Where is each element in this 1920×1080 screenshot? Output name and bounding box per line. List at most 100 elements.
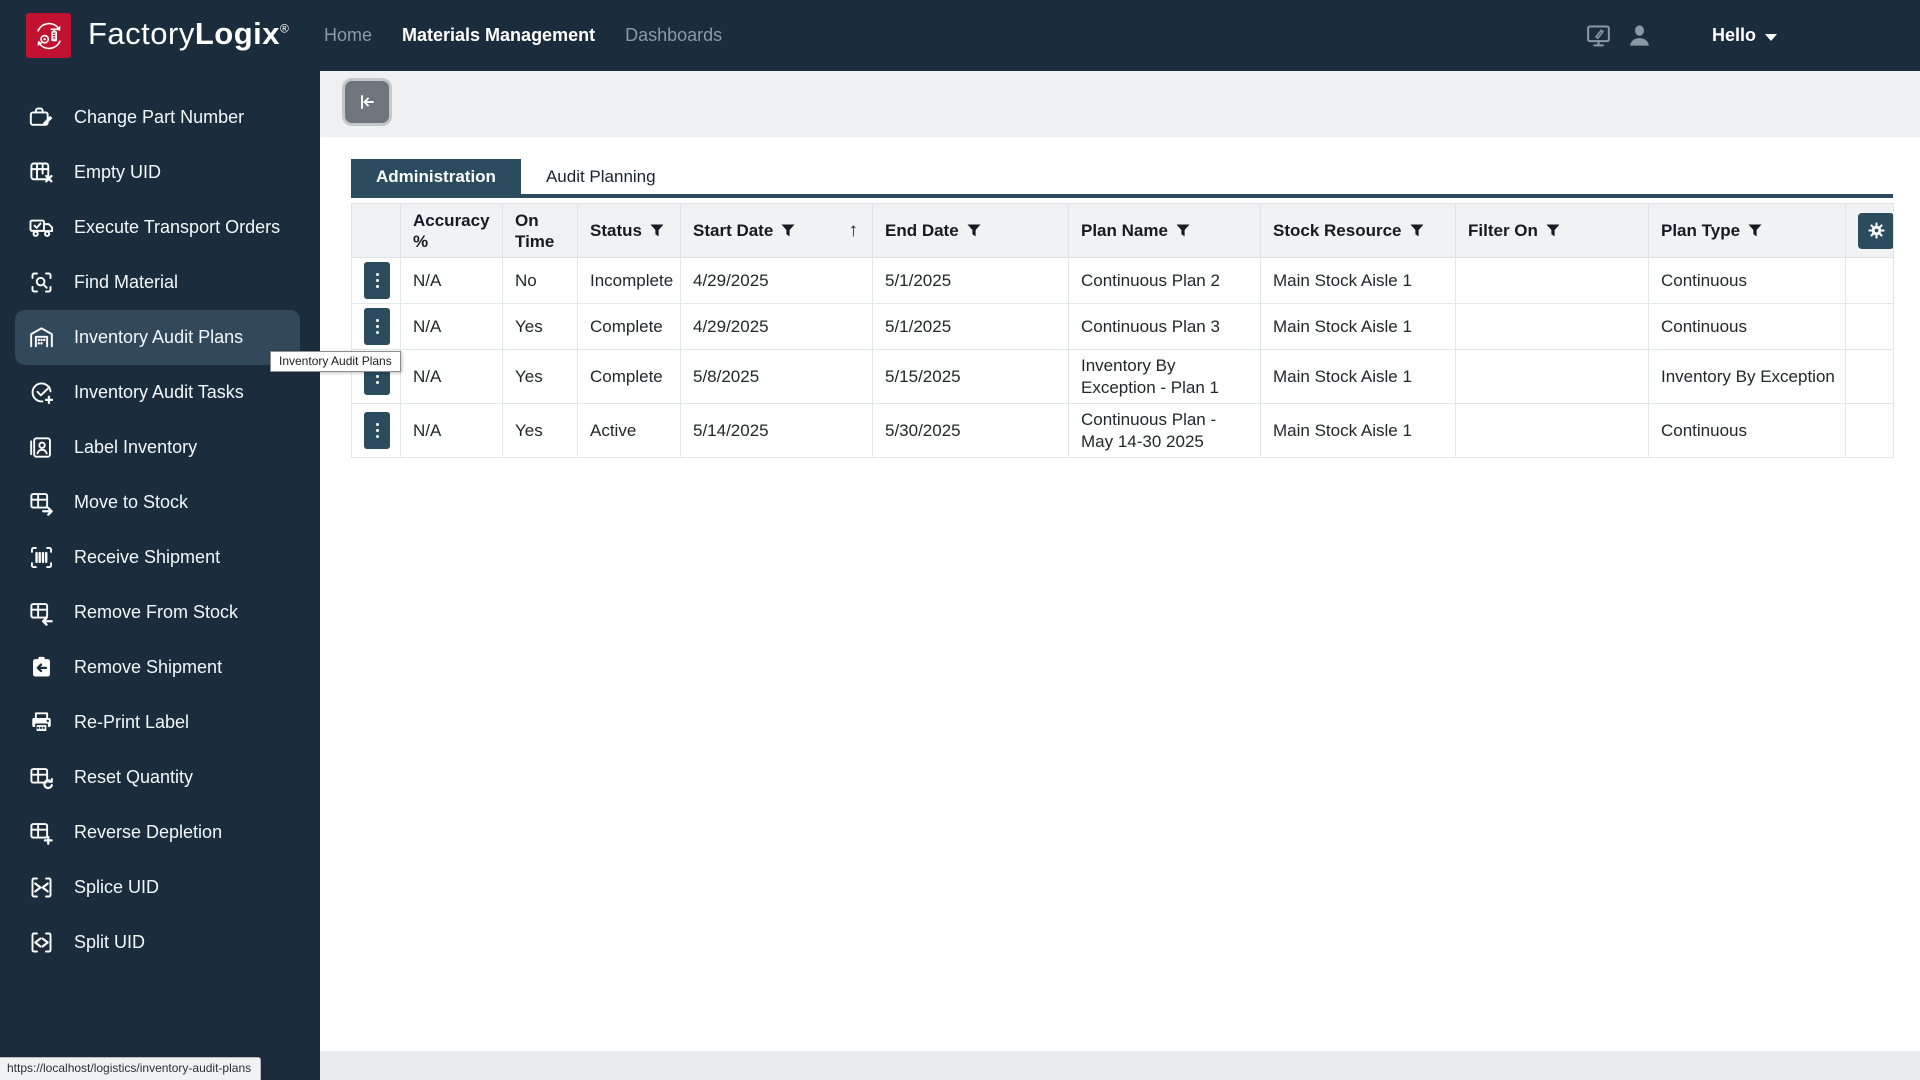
column-label: On Time [515, 210, 555, 251]
sidebar-item-find-material[interactable]: Find Material [15, 255, 300, 310]
column-label: Accuracy % [413, 210, 490, 251]
cell-stock: Main Stock Aisle 1 [1260, 257, 1456, 304]
cell-settings [1845, 257, 1894, 304]
col-header-plan_name[interactable]: Plan Name [1068, 203, 1261, 258]
table-row: N/A Yes Complete 5/8/2025 5/15/2025 Inventory… [351, 349, 1894, 404]
contact-card-icon [28, 434, 55, 461]
grid-refresh-icon [28, 764, 55, 791]
toolbar-strip [320, 71, 1920, 137]
sidebar-item-inventory-audit-plans[interactable]: Inventory Audit Plans [15, 310, 300, 365]
col-header-plan_type[interactable]: Plan Type [1648, 203, 1846, 258]
sidebar-item-split-uid[interactable]: Split UID [15, 915, 300, 970]
briefcase-pencil-icon [28, 104, 55, 131]
col-header-status[interactable]: Status [577, 203, 681, 258]
row-menu-button[interactable] [364, 412, 390, 449]
sort-ascending-icon: ↑ [848, 220, 859, 241]
sidebar-item-execute-transport-orders[interactable]: Execute Transport Orders [15, 200, 300, 255]
cell-start: 5/8/2025 [680, 349, 873, 404]
sidebar-item-label: Empty UID [74, 162, 162, 182]
sidebar-item-receive-shipment[interactable]: Receive Shipment [15, 530, 300, 585]
user-icon[interactable] [1626, 22, 1653, 49]
col-header-end[interactable]: End Date [872, 203, 1069, 258]
sidebar-item-change-part-number[interactable]: Change Part Number [15, 90, 300, 145]
cell-accuracy: N/A [400, 403, 503, 458]
arrow-to-bar-icon [361, 95, 374, 109]
sidebar-item-re-print-label[interactable]: Re-Print Label [15, 695, 300, 750]
column-label: Plan Type [1661, 221, 1741, 240]
grid-arrow-right-icon [28, 489, 55, 516]
sidebar-item-splice-uid[interactable]: Splice UID [15, 860, 300, 915]
collapse-back-button[interactable] [342, 78, 392, 126]
sidebar-item-empty-uid[interactable]: Empty UID [15, 145, 300, 200]
tab-administration[interactable]: Administration [351, 159, 521, 194]
col-header-settings[interactable] [1845, 203, 1894, 258]
cell-accuracy: N/A [400, 257, 503, 304]
brand-wordmark: FactoryLogix® [88, 16, 289, 52]
cell-stock: Main Stock Aisle 1 [1260, 349, 1456, 404]
sidebar-item-inventory-audit-tasks[interactable]: Inventory Audit Tasks [15, 365, 300, 420]
header-row: Accuracy % On Time Status Start Date ↑ End Da… [351, 203, 1894, 258]
col-header-start[interactable]: Start Date ↑ [680, 203, 873, 258]
user-menu[interactable]: Hello [1712, 0, 1778, 71]
table-row: N/A Yes Active 5/14/2025 5/30/2025 Continuous… [351, 403, 1894, 458]
tab-audit-planning[interactable]: Audit Planning [521, 159, 681, 194]
col-header-menu [351, 203, 401, 258]
filter-funnel-icon[interactable] [1740, 224, 1762, 237]
cell-filter_on [1455, 257, 1649, 304]
warehouse-icon [28, 324, 55, 351]
cell-accuracy: N/A [400, 303, 503, 350]
col-header-on_time[interactable]: On Time [502, 203, 578, 258]
sidebar-item-move-to-stock[interactable]: Move to Stock [15, 475, 300, 530]
display-edit-icon[interactable] [1585, 22, 1612, 49]
sidebar-item-label-inventory[interactable]: Label Inventory [15, 420, 300, 475]
cell-plan_type: Continuous [1648, 403, 1846, 458]
sidebar-item-remove-from-stock[interactable]: Remove From Stock [15, 585, 300, 640]
column-label: End Date [885, 221, 959, 240]
sidebar-item-reverse-depletion[interactable]: Reverse Depletion [15, 805, 300, 860]
clipboard-arrow-left-icon [28, 654, 55, 681]
sidebar-item-reset-quantity[interactable]: Reset Quantity [15, 750, 300, 805]
row-menu-button[interactable] [364, 308, 390, 345]
column-label: Plan Name [1081, 221, 1168, 240]
cell-status: Incomplete [577, 257, 681, 304]
registered-mark: ® [280, 21, 290, 36]
cell-stock: Main Stock Aisle 1 [1260, 403, 1456, 458]
col-header-stock[interactable]: Stock Resource [1260, 203, 1456, 258]
filter-funnel-icon[interactable] [773, 224, 795, 237]
sidebar-item-label: Remove Shipment [74, 657, 223, 677]
col-header-filter_on[interactable]: Filter On [1455, 203, 1649, 258]
sidebar-item-remove-shipment[interactable]: Remove Shipment [15, 640, 300, 695]
barcode-scan-icon [28, 544, 55, 571]
status-url: https://localhost/logistics/inventory-au… [7, 1061, 252, 1075]
cell-end: 5/1/2025 [872, 257, 1069, 304]
column-label: Start Date [693, 221, 774, 240]
column-label: Filter On [1468, 221, 1538, 240]
table-row: N/A No Incomplete 4/29/2025 5/1/2025 Continuo… [351, 257, 1894, 304]
column-label: Status [590, 221, 642, 240]
cell-settings [1845, 403, 1894, 458]
sidebar: Change Part Number Empty UID Execute Trans… [0, 71, 320, 1080]
cell-status: Complete [577, 303, 681, 350]
column-settings-button[interactable] [1858, 212, 1894, 249]
filter-funnel-icon[interactable] [1538, 224, 1560, 237]
filter-funnel-icon[interactable] [1168, 224, 1190, 237]
filter-funnel-icon[interactable] [1402, 224, 1424, 237]
col-header-accuracy[interactable]: Accuracy % [400, 203, 503, 258]
nav-materials-management[interactable]: Materials Management [402, 25, 595, 46]
brand-factory: Factory [88, 16, 195, 51]
main-panel: Administration Audit Planning Accuracy % O… [320, 137, 1920, 1051]
sidebar-item-label: Receive Shipment [74, 547, 221, 567]
filter-funnel-icon[interactable] [959, 224, 981, 237]
nav-dashboards[interactable]: Dashboards [625, 25, 722, 46]
cell-plan_name: Continuous Plan 2 [1068, 257, 1261, 304]
gear-icon [1867, 221, 1886, 240]
nav-home[interactable]: Home [324, 25, 372, 46]
filter-funnel-icon[interactable] [642, 224, 664, 237]
sidebar-item-label: Move to Stock [74, 492, 189, 512]
grid-plus-icon [28, 819, 55, 846]
cell-status: Active [577, 403, 681, 458]
sidebar-item-label: Split UID [74, 932, 146, 952]
grid-x-icon [28, 159, 55, 186]
check-plus-icon [28, 379, 55, 406]
row-menu-button[interactable] [364, 262, 390, 299]
